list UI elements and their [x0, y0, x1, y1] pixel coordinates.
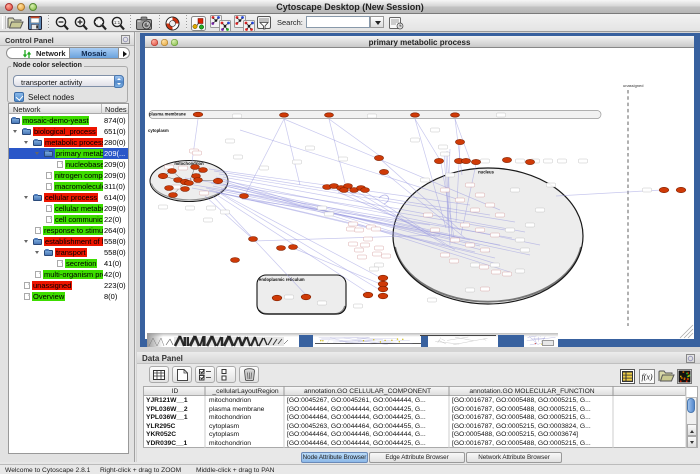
svg-text:f(x): f(x): [641, 373, 652, 382]
svg-text:plasma membrane: plasma membrane: [149, 112, 186, 117]
svg-text:nucleus: nucleus: [478, 170, 494, 175]
svg-text:1:1: 1:1: [114, 20, 121, 25]
svg-text:cytoplasm: cytoplasm: [148, 128, 169, 133]
svg-text:mitochondrion: mitochondrion: [174, 161, 204, 166]
svg-text:endoplasmic reticulum: endoplasmic reticulum: [259, 277, 305, 282]
svg-text:unassigned: unassigned: [623, 83, 643, 88]
